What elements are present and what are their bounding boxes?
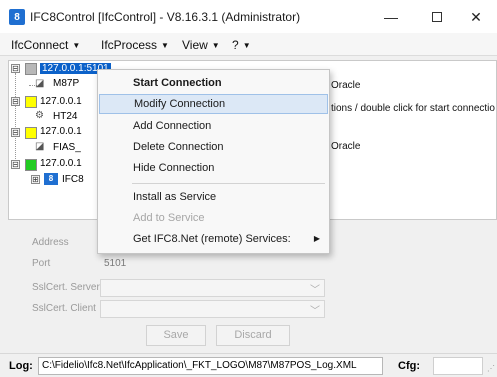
- tree-node-label[interactable]: 127.0.0.1: [40, 158, 82, 169]
- menu-start-connection[interactable]: Start Connection: [99, 73, 328, 93]
- database-icon: ◪: [35, 78, 45, 89]
- tree-guide-line: [15, 73, 16, 169]
- maximize-icon: [432, 12, 442, 22]
- expand-icon[interactable]: ⊞: [31, 175, 40, 184]
- status-bar: Log: C:\Fidelio\Ifc8.Net\IfcApplication\…: [0, 353, 497, 377]
- minimize-button[interactable]: —: [378, 6, 404, 28]
- tree-node-info: tions / double click for start connectio: [331, 103, 495, 114]
- database-icon: ◪: [35, 141, 45, 152]
- menu-hide-connection[interactable]: Hide Connection: [99, 158, 328, 178]
- status-yellow-icon: [25, 96, 37, 108]
- ifc-service-icon: 8: [44, 173, 58, 185]
- menu-ifcprocess[interactable]: IfcProcess ▼: [101, 38, 169, 52]
- menu-add-to-service: Add to Service: [133, 212, 205, 224]
- menu-help[interactable]: ? ▼: [232, 38, 251, 52]
- menu-ifcconnect[interactable]: IfcConnect ▼: [11, 38, 80, 52]
- chevron-down-icon: ▼: [242, 41, 251, 50]
- sslcert-server-label: SslCert. Server: [32, 282, 100, 293]
- menu-get-remote-services[interactable]: Get IFC8.Net (remote) Services: ▶: [99, 229, 328, 249]
- sslcert-client-select[interactable]: ﹀: [100, 300, 325, 318]
- tree-child-label[interactable]: IFC8: [62, 174, 84, 185]
- close-button[interactable]: ✕: [463, 6, 489, 28]
- collapse-icon[interactable]: ⊟: [11, 160, 20, 169]
- menu-get-remote-services-label: Get IFC8.Net (remote) Services:: [133, 233, 291, 245]
- address-label: Address: [32, 237, 69, 248]
- chevron-down-icon: ▼: [211, 41, 220, 50]
- tree-child-label[interactable]: M87P: [53, 78, 79, 89]
- discard-button[interactable]: Discard: [216, 325, 290, 346]
- window-title: IFC8Control [IfcControl] - V8.16.3.1 (Ad…: [30, 10, 301, 24]
- resize-grip-icon[interactable]: ⋰: [487, 364, 495, 373]
- cfg-label: Cfg:: [398, 360, 420, 372]
- chevron-down-icon: ▼: [161, 41, 169, 50]
- menu-bar: IfcConnect ▼ IfcProcess ▼ View ▼ ? ▼: [0, 33, 497, 56]
- tree-child-label[interactable]: FIAS_: [53, 142, 81, 153]
- tree-node-label[interactable]: 127.0.0.1: [40, 96, 82, 107]
- port-label: Port: [32, 258, 51, 269]
- port-value[interactable]: 5101: [104, 258, 126, 269]
- context-menu: Start Connection Modify Connection Add C…: [97, 69, 330, 254]
- tree-child-label[interactable]: HT24: [53, 111, 77, 122]
- menu-ifcprocess-label: IfcProcess: [101, 38, 158, 52]
- log-label: Log:: [9, 360, 33, 372]
- tree-node-label[interactable]: 127.0.0.1: [40, 126, 82, 137]
- maximize-button[interactable]: [424, 6, 450, 28]
- menu-help-label: ?: [232, 38, 239, 52]
- collapse-icon[interactable]: ⊟: [11, 128, 20, 137]
- menu-separator: [132, 183, 325, 184]
- status-gray-icon: [25, 63, 37, 75]
- menu-delete-connection[interactable]: Delete Connection: [99, 137, 328, 157]
- chevron-down-icon: ﹀: [310, 306, 320, 317]
- sslcert-client-label: SslCert. Client: [32, 303, 96, 314]
- menu-install-as-service[interactable]: Install as Service: [99, 187, 328, 207]
- collapse-icon[interactable]: ⊟: [11, 64, 20, 73]
- collapse-icon[interactable]: ⊟: [11, 97, 20, 106]
- device-icon: ⚙: [35, 110, 44, 121]
- status-green-icon: [25, 159, 37, 171]
- chevron-down-icon: ▼: [72, 41, 81, 50]
- menu-add-connection[interactable]: Add Connection: [99, 116, 328, 136]
- menu-modify-connection[interactable]: Modify Connection: [99, 94, 328, 114]
- sslcert-server-select[interactable]: ﹀: [100, 279, 325, 297]
- submenu-arrow-icon: ▶: [313, 234, 320, 243]
- menu-view[interactable]: View ▼: [182, 38, 220, 52]
- chevron-down-icon: ﹀: [310, 285, 320, 296]
- tree-node-info: Oracle: [331, 80, 361, 91]
- save-button[interactable]: Save: [146, 325, 206, 346]
- status-yellow-icon: [25, 127, 37, 139]
- menu-view-label: View: [182, 38, 208, 52]
- menu-ifcconnect-label: IfcConnect: [11, 38, 69, 52]
- title-bar: 8 IFC8Control [IfcControl] - V8.16.3.1 (…: [0, 0, 497, 33]
- cfg-field[interactable]: [433, 357, 483, 375]
- tree-node-info: Oracle: [331, 141, 361, 152]
- log-path-field[interactable]: C:\Fidelio\Ifc8.Net\IfcApplication\_FKT_…: [38, 357, 383, 375]
- app-logo-icon: 8: [9, 9, 25, 25]
